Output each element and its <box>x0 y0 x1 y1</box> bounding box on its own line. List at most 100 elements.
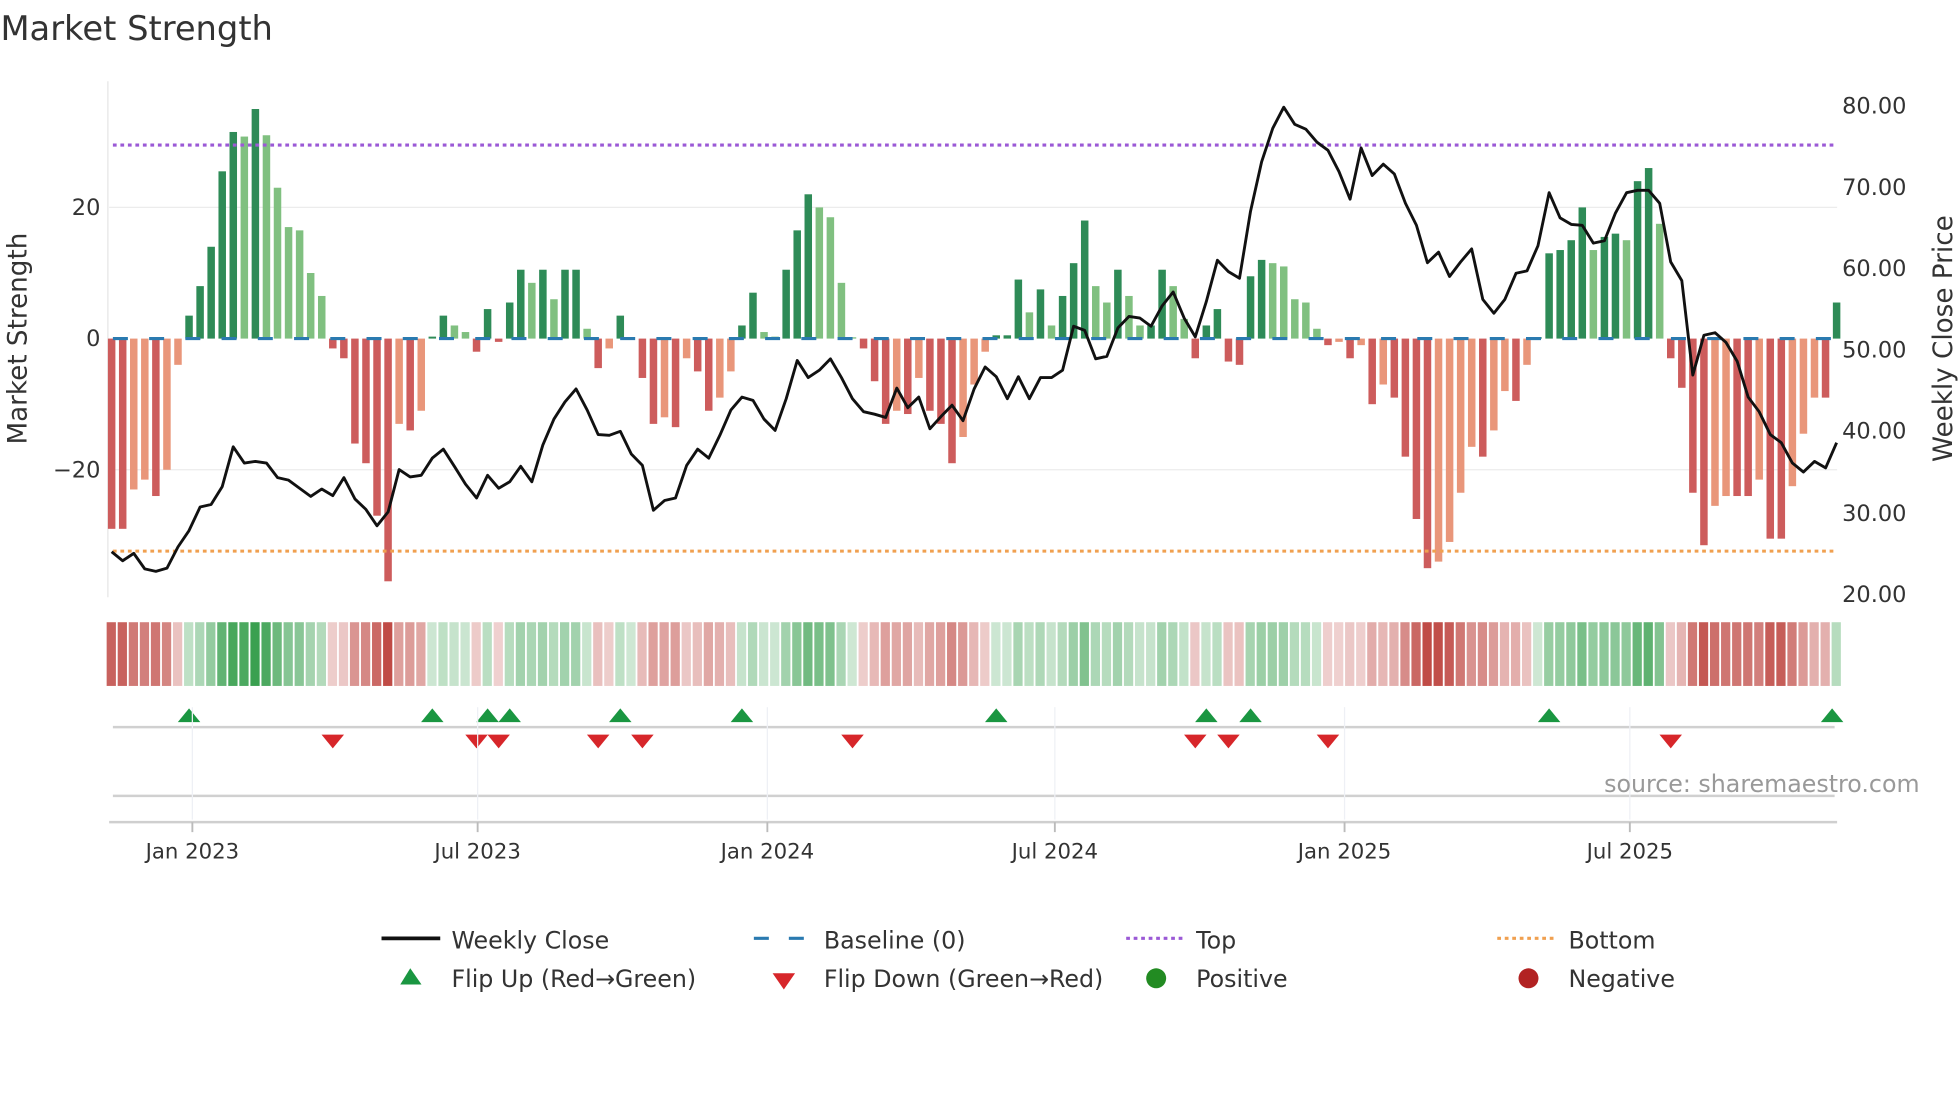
heat-cell <box>1334 622 1344 686</box>
strength-bar <box>1291 299 1299 339</box>
strength-bar <box>1722 338 1730 497</box>
strength-bar <box>1390 338 1399 398</box>
strength-bar <box>1346 338 1354 359</box>
strength-bar <box>262 135 271 339</box>
strength-bar <box>229 131 238 339</box>
heat-cell <box>814 622 824 686</box>
heat-cell <box>792 622 802 686</box>
strength-bar <box>1268 263 1277 339</box>
strength-bar <box>1600 236 1609 339</box>
strength-bar <box>1136 325 1144 339</box>
source-credit: source: sharemaestro.com <box>1604 770 1919 798</box>
strength-bar <box>859 338 868 349</box>
heat-cell <box>913 622 924 686</box>
heat-cell <box>1820 622 1830 686</box>
heat-cell <box>493 622 503 686</box>
heat-cell <box>1665 622 1675 686</box>
strength-bar <box>1047 325 1056 339</box>
strength-bar <box>472 338 481 352</box>
strength-heat-strip <box>106 622 1841 686</box>
heat-cell <box>1698 622 1709 686</box>
strength-bar <box>417 338 426 411</box>
strength-bar <box>892 338 901 411</box>
heat-cell <box>958 622 968 686</box>
heat-cell <box>1289 622 1300 686</box>
strength-bar <box>572 269 580 339</box>
strength-bar <box>1014 279 1023 339</box>
heat-cell <box>781 622 791 686</box>
strength-bar <box>196 286 204 339</box>
heat-cell <box>172 622 183 686</box>
heat-cell <box>272 622 282 686</box>
heat-cell <box>1345 622 1355 686</box>
strength-bar <box>362 338 370 464</box>
heat-cell <box>349 622 360 686</box>
strength-bar <box>207 246 215 339</box>
heat-cell <box>438 622 448 686</box>
heat-cell <box>372 622 382 686</box>
heat-cell <box>836 622 846 686</box>
strength-bar <box>1368 338 1376 405</box>
heat-cell <box>1013 622 1023 686</box>
strength-bar <box>1523 338 1531 365</box>
strength-bar <box>1700 338 1708 546</box>
strength-bar <box>1810 338 1819 398</box>
flip-down-marker <box>586 734 610 749</box>
heat-cell <box>460 622 470 686</box>
strength-bar <box>1025 312 1034 339</box>
heat-cell <box>1544 622 1554 686</box>
heat-cell <box>283 622 293 686</box>
heat-cell <box>1599 622 1609 686</box>
heat-cell <box>449 622 459 686</box>
heat-cell <box>1831 622 1841 686</box>
heat-cell <box>117 622 127 686</box>
strength-bar <box>948 338 956 464</box>
heat-cell <box>1079 622 1089 686</box>
heat-cell <box>1400 622 1410 686</box>
heat-cell <box>482 622 492 686</box>
heat-cell <box>1046 622 1056 686</box>
strength-bar <box>1213 309 1222 339</box>
strength-bar <box>240 136 249 339</box>
heat-cell <box>1179 622 1189 686</box>
strength-bar <box>185 315 193 339</box>
strength-bar <box>1202 325 1211 339</box>
strength-bar <box>1556 250 1564 339</box>
strength-bar <box>561 269 569 339</box>
x-tick-label: Jan 2024 <box>719 839 815 864</box>
heat-cell <box>1068 622 1078 686</box>
heat-cell <box>1555 622 1565 686</box>
strength-bar <box>716 338 724 398</box>
heat-cell <box>1721 622 1731 686</box>
heat-cell <box>604 622 614 686</box>
strength-bar <box>539 269 547 339</box>
heat-cell <box>1444 622 1454 686</box>
right-axis-label: Weekly Close Price <box>1929 215 1959 462</box>
strength-bar <box>782 269 790 339</box>
strength-bar <box>1678 338 1686 388</box>
heat-cell <box>161 622 172 686</box>
heat-cell <box>1256 622 1266 686</box>
right-tick-label: 20.00 <box>1842 582 1906 608</box>
strength-bar <box>693 338 702 372</box>
left-axis-label: Market Strength <box>4 233 34 445</box>
x-tick-label: Jan 2025 <box>1296 839 1392 864</box>
flip-down-marker <box>487 734 510 749</box>
legend-positive-label: Positive <box>1196 965 1287 993</box>
heat-cell <box>394 622 404 686</box>
heat-cell <box>1024 622 1034 686</box>
strength-bar <box>594 338 602 369</box>
heat-cell <box>880 622 890 686</box>
heat-cell <box>980 622 990 686</box>
x-axis-ticks: Jan 2023 Jul 2023 Jan 2024 Jul 2024 Jan 2025… <box>144 707 1673 864</box>
heat-cell <box>405 622 415 686</box>
heat-cell <box>471 622 481 686</box>
heat-cell <box>1577 622 1587 686</box>
strength-bar <box>1589 250 1598 339</box>
strength-bar <box>1235 338 1244 365</box>
heat-cell <box>1709 622 1720 686</box>
heat-cell <box>1610 622 1620 686</box>
flip-down-marker <box>321 734 345 749</box>
strength-bar <box>1611 233 1620 339</box>
strength-bar <box>1744 338 1752 497</box>
